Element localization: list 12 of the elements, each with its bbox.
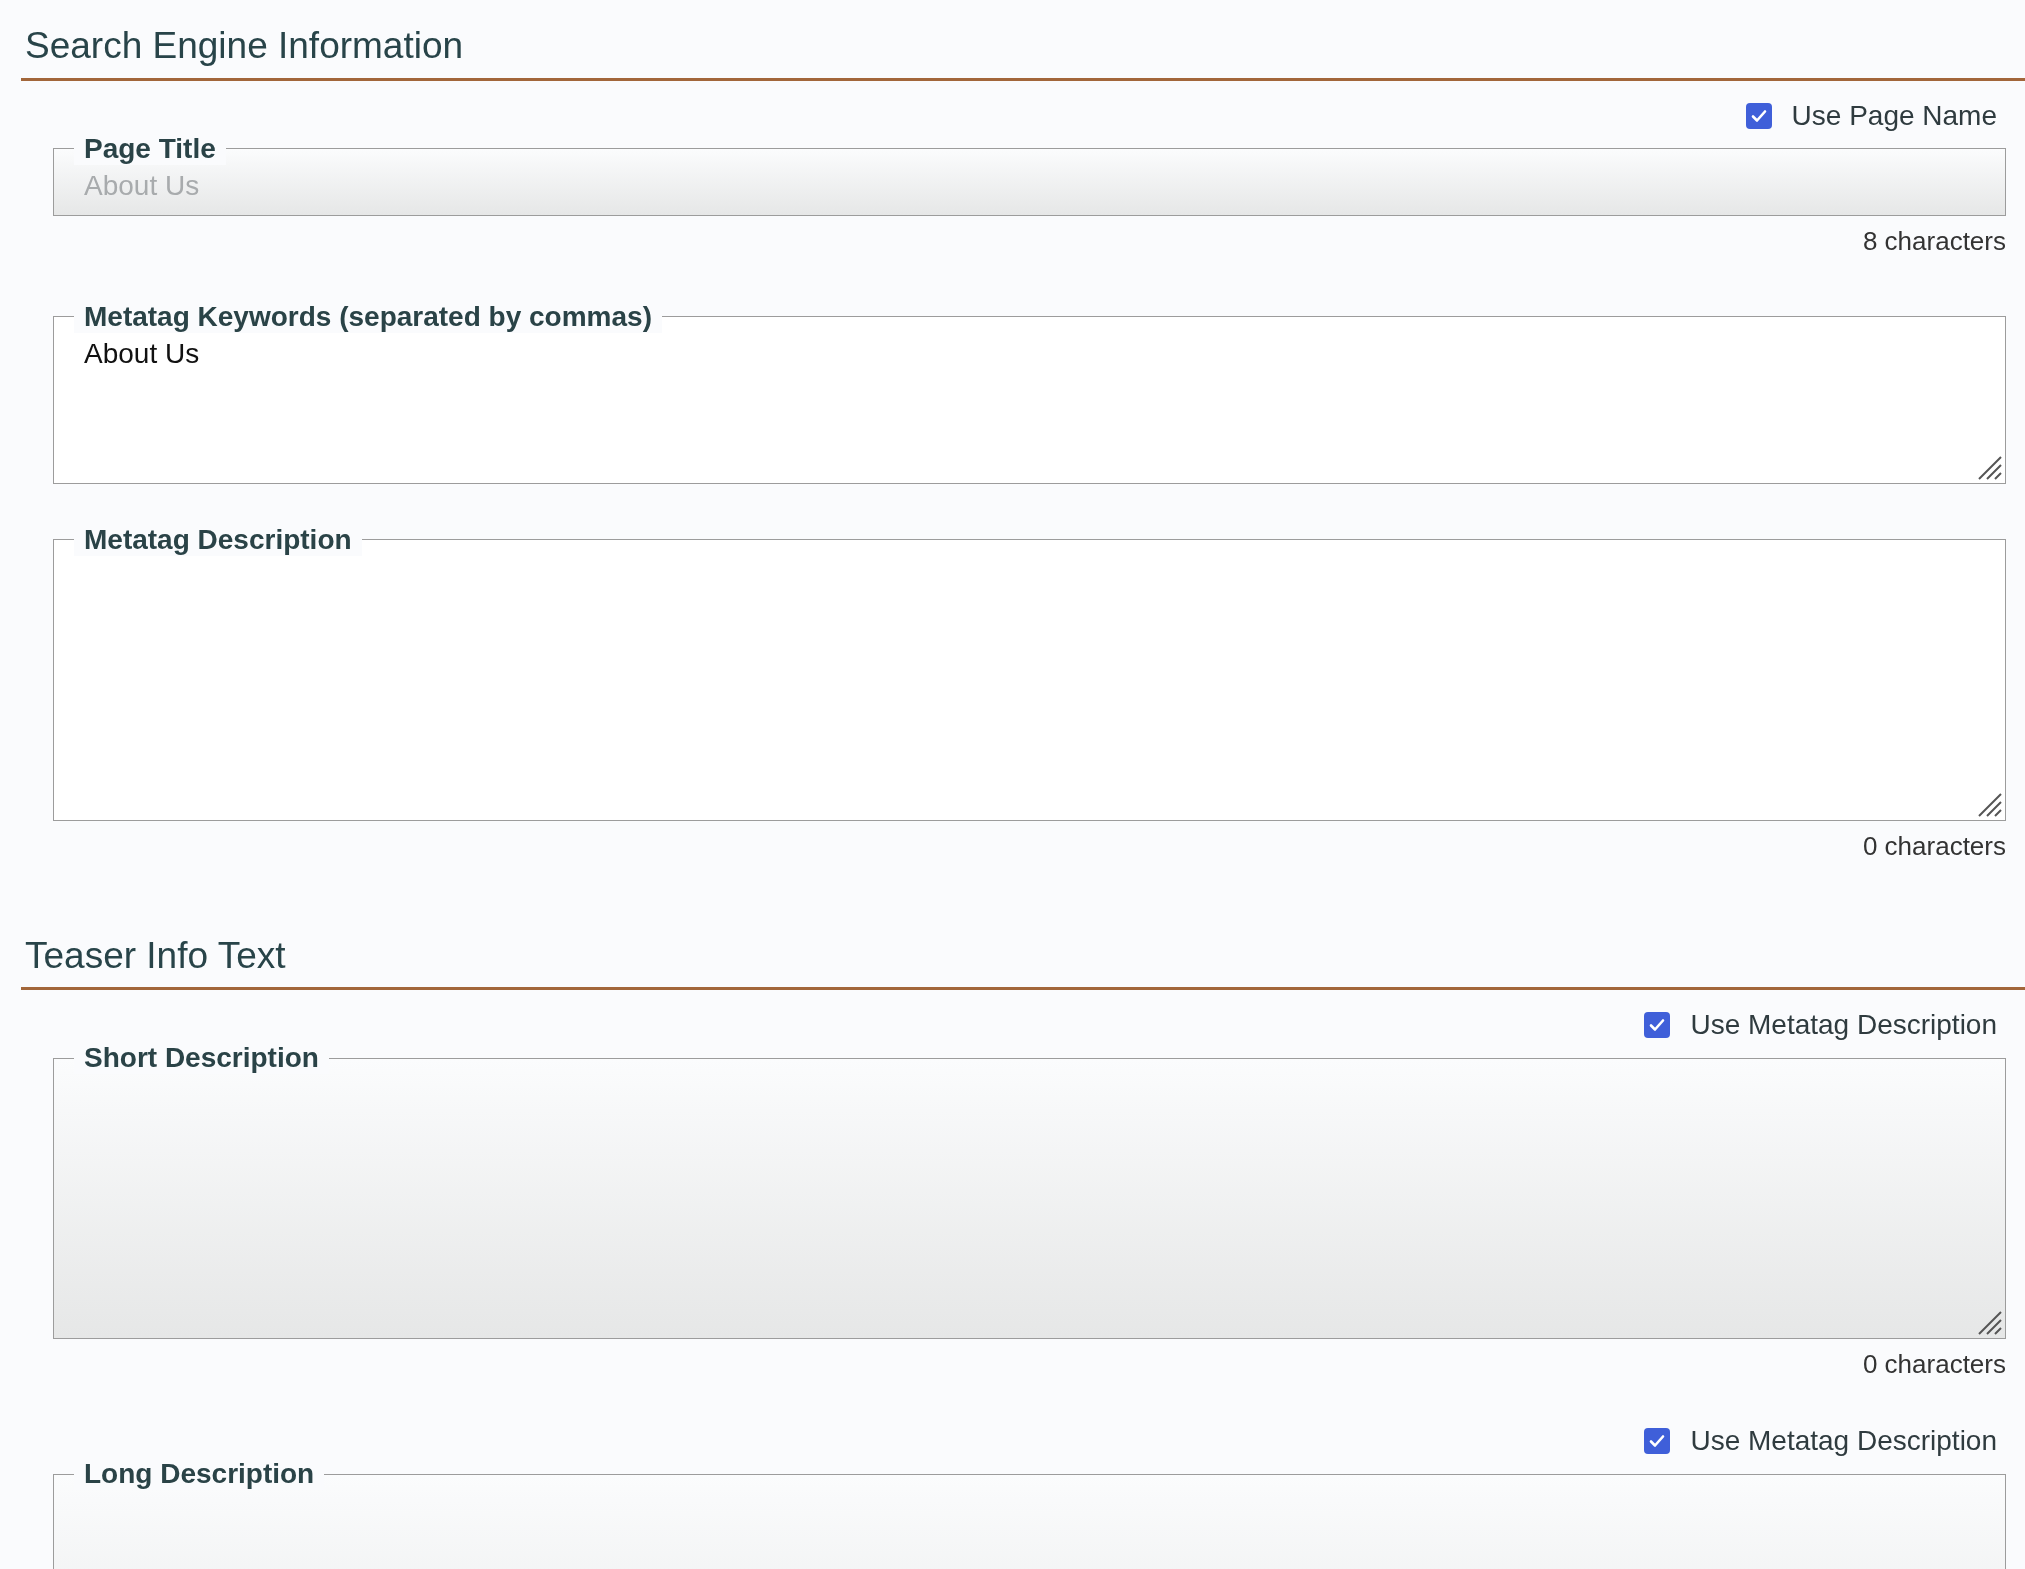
character-count: 8 characters	[1862, 224, 2006, 258]
checkbox-label: Use Metatag Description	[1690, 1424, 1997, 1458]
checkbox-label: Use Page Name	[1791, 98, 1997, 133]
character-count: 0 characters	[1862, 1348, 2006, 1381]
check-icon	[1648, 1016, 1667, 1034]
field-value: About Us	[84, 337, 200, 369]
checkbox-label: Use Metatag Description	[1690, 1008, 1997, 1042]
section-heading: Search Engine Information	[24, 25, 464, 66]
field-value: About Us	[84, 169, 200, 201]
section-heading: Teaser Info Text	[24, 934, 286, 976]
check-icon	[1648, 1432, 1667, 1450]
character-count: 0 characters	[1862, 829, 2006, 863]
